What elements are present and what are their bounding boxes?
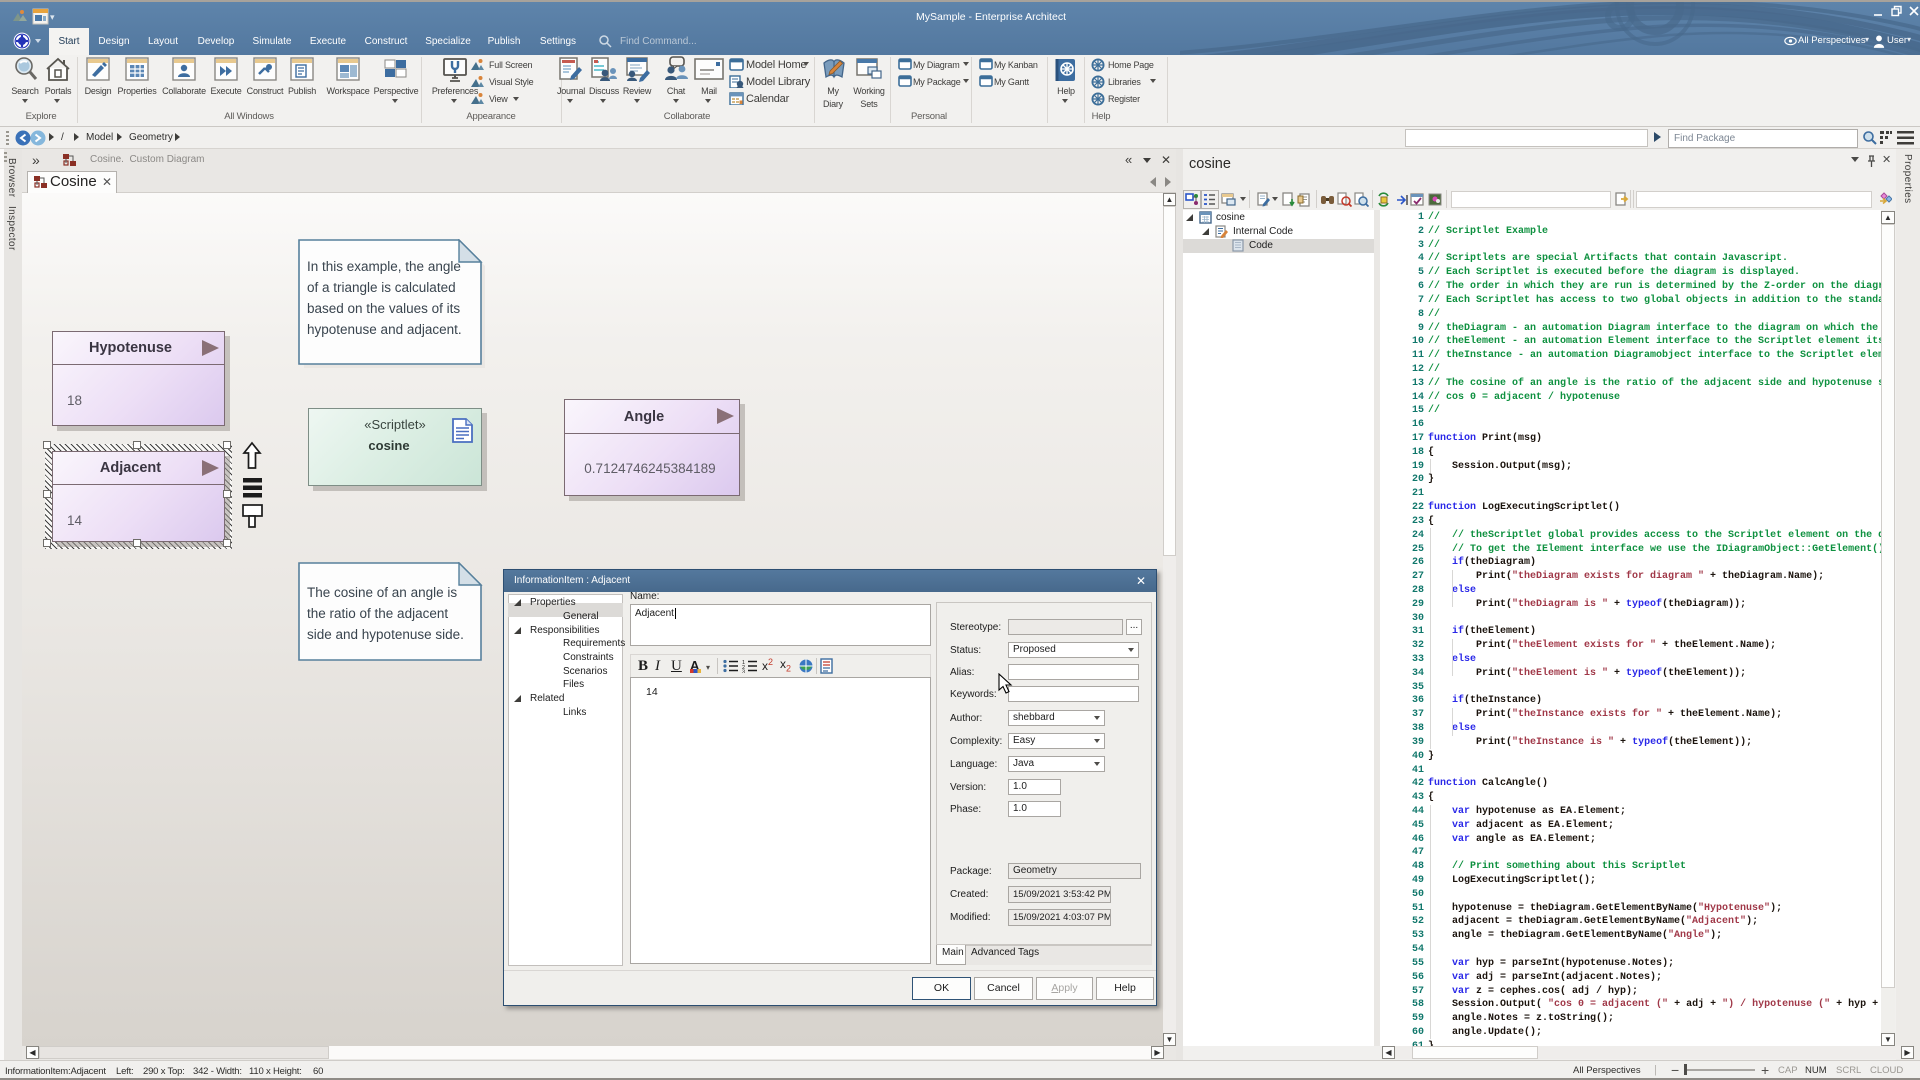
svg-text:3: 3	[742, 670, 745, 674]
